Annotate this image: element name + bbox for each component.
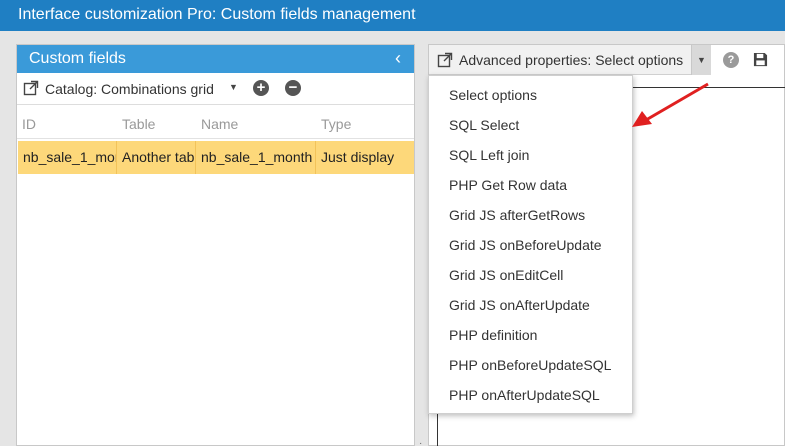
option-php-onbeforeupdatesql[interactable]: PHP onBeforeUpdateSQL [449, 357, 611, 373]
panel-title: Custom fields [29, 50, 126, 67]
remove-field-button[interactable]: − [285, 80, 301, 96]
advanced-properties-select[interactable]: Advanced properties: Select options ▼ [429, 45, 711, 75]
splitter-handle[interactable]: ··· [419, 439, 423, 446]
custom-fields-panel: Custom fields ‹ Catalog: Combinations gr… [16, 44, 415, 446]
catalog-toolbar: Catalog: Combinations grid ▼ + − [17, 73, 414, 105]
panel-header: Custom fields ‹ [17, 45, 414, 73]
option-sql-left-join[interactable]: SQL Left join [449, 147, 529, 163]
window-title: Interface customization Pro: Custom fiel… [0, 0, 785, 31]
external-link-icon [437, 52, 453, 68]
option-php-get-row-data[interactable]: PHP Get Row data [449, 177, 567, 193]
annotation-arrow-icon [632, 82, 709, 127]
column-header-id[interactable]: ID [22, 116, 36, 132]
advanced-properties-dropdown: Select options SQL Select SQL Left join … [428, 75, 633, 414]
chevron-down-icon[interactable]: ▼ [691, 45, 711, 75]
cell-table[interactable]: Another table [117, 141, 196, 174]
option-grid-js-onbeforeupdate[interactable]: Grid JS onBeforeUpdate [449, 237, 602, 253]
catalog-select[interactable]: Catalog: Combinations grid [45, 81, 214, 97]
cell-id[interactable]: nb_sale_1_month [18, 141, 117, 174]
option-php-onafterupdatesql[interactable]: PHP onAfterUpdateSQL [449, 387, 600, 403]
column-header-type[interactable]: Type [321, 116, 351, 132]
column-header-name[interactable]: Name [201, 116, 238, 132]
help-button[interactable]: ? [723, 52, 739, 68]
option-grid-js-aftergetrows[interactable]: Grid JS afterGetRows [449, 207, 585, 223]
option-grid-js-oneditcell[interactable]: Grid JS onEditCell [449, 267, 563, 283]
option-sql-select[interactable]: SQL Select [449, 117, 519, 133]
option-php-definition[interactable]: PHP definition [449, 327, 537, 343]
option-grid-js-onafterupdate[interactable]: Grid JS onAfterUpdate [449, 297, 590, 313]
chevron-down-icon[interactable]: ▼ [229, 82, 238, 92]
collapse-panel-button[interactable]: ‹ [390, 45, 406, 73]
cell-type[interactable]: Just display [316, 141, 414, 174]
cell-name[interactable]: nb_sale_1_month [196, 141, 316, 174]
column-header-table[interactable]: Table [122, 116, 155, 132]
add-field-button[interactable]: + [253, 80, 269, 96]
advanced-properties-label: Advanced properties: Select options [459, 52, 684, 68]
external-link-icon[interactable] [23, 80, 39, 96]
save-icon[interactable] [753, 52, 768, 67]
option-select-options[interactable]: Select options [449, 87, 537, 103]
table-row[interactable]: nb_sale_1_month Another table nb_sale_1_… [18, 141, 414, 174]
grid-header: ID Table Name Type [17, 105, 414, 139]
